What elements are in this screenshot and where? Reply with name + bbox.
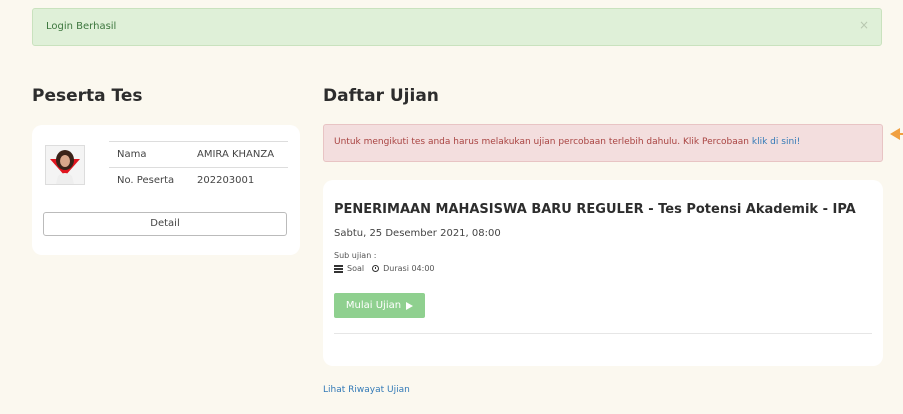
sub-exam-label: Sub ujian :: [334, 251, 377, 260]
exam-history-link[interactable]: Lihat Riwayat Ujian: [323, 385, 410, 395]
close-icon[interactable]: ×: [859, 18, 869, 32]
alert-message: Login Berhasil: [46, 21, 117, 32]
info-value: 202203001: [197, 175, 255, 186]
participant-card: Nama AMIRA KHANZA No. Peserta 202203001 …: [32, 125, 300, 255]
alert-text: Untuk mengikuti tes anda harus melakukan…: [334, 137, 750, 147]
info-value: AMIRA KHANZA: [197, 149, 275, 160]
participant-info-table: Nama AMIRA KHANZA No. Peserta 202203001: [109, 141, 288, 193]
exam-title: PENERIMAAN MAHASISWA BARU REGULER - Tes …: [334, 202, 856, 217]
exam-list-heading: Daftar Ujian: [323, 86, 439, 106]
info-label: Nama: [117, 149, 147, 160]
sub-exam-items: Soal Durasi 04:00: [334, 264, 435, 273]
info-label: No. Peserta: [117, 175, 175, 186]
avatar-photo: [46, 146, 84, 184]
info-row-nama: Nama AMIRA KHANZA: [109, 141, 288, 167]
divider: [334, 333, 872, 334]
detail-button[interactable]: Detail: [43, 212, 287, 236]
trial-exam-alert: Untuk mengikuti tes anda harus melakukan…: [323, 124, 883, 162]
list-icon: [334, 264, 343, 273]
login-success-alert: Login Berhasil ×: [32, 8, 882, 46]
orange-arrow-tail: [899, 133, 903, 135]
durasi-label: Durasi 04:00: [383, 264, 435, 273]
participant-heading: Peserta Tes: [32, 86, 143, 106]
avatar: [45, 145, 85, 185]
start-exam-label: Mulai Ujian: [345, 300, 402, 311]
exam-card: PENERIMAAN MAHASISWA BARU REGULER - Tes …: [323, 180, 883, 366]
clock-icon: [372, 265, 380, 272]
info-row-no-peserta: No. Peserta 202203001: [109, 167, 288, 193]
soal-label: Soal: [347, 264, 365, 273]
alert-message: Untuk mengikuti tes anda harus melakukan…: [334, 137, 800, 147]
start-exam-button[interactable]: Mulai Ujian: [334, 293, 425, 318]
trial-link[interactable]: klik di sini!: [752, 137, 800, 147]
page: Login Berhasil × Peserta Tes Daftar Ujia…: [0, 0, 903, 414]
exam-date: Sabtu, 25 Desember 2021, 08:00: [334, 228, 501, 239]
play-icon: [406, 301, 414, 310]
